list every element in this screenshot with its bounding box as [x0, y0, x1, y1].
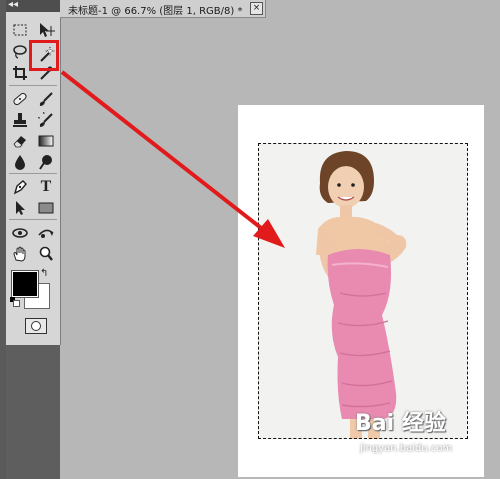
annotation-arrow-shaft	[60, 70, 272, 237]
annotation-overlay	[60, 70, 285, 248]
